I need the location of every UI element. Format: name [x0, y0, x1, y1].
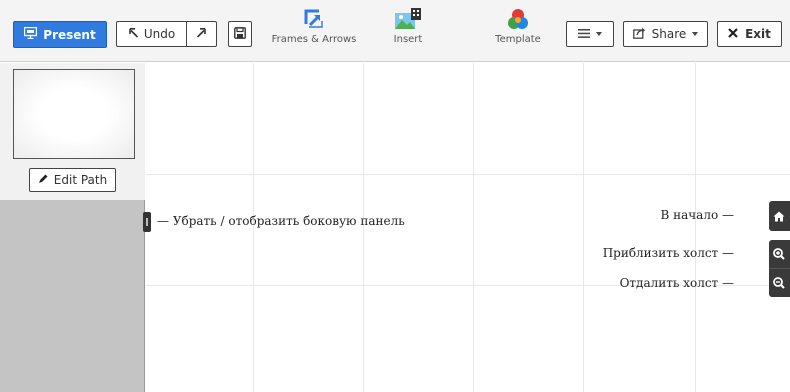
- home-hint: В начало —: [660, 208, 734, 222]
- undo-redo-group: Undo: [116, 21, 217, 47]
- edit-path-label: Edit Path: [53, 173, 108, 187]
- grid-line: [473, 63, 474, 392]
- grid-line: [146, 174, 790, 175]
- floppy-disk-icon: [234, 26, 246, 42]
- template-tool[interactable]: Template: [488, 8, 548, 58]
- chevron-down-icon: [692, 32, 699, 36]
- zoom-in-hint: Приблизить холст —: [602, 246, 734, 260]
- color-circles-icon: [488, 8, 548, 30]
- zoom-out-hint: Отдалить холст —: [619, 276, 734, 290]
- menu-button[interactable]: [566, 21, 614, 47]
- share-button[interactable]: Share: [623, 21, 708, 47]
- insert-label: Insert: [393, 34, 423, 45]
- close-icon: [728, 27, 738, 41]
- sidebar: Edit Path: [0, 63, 145, 392]
- redo-button[interactable]: [187, 22, 216, 46]
- zoom-out-button[interactable]: [769, 268, 790, 297]
- sidebar-path-panel: Edit Path: [0, 63, 145, 200]
- pencil-icon: [38, 173, 49, 187]
- share-label: Share: [651, 27, 687, 41]
- projector-icon: [24, 26, 38, 42]
- undo-label: Undo: [143, 27, 176, 41]
- edit-path-button[interactable]: Edit Path: [29, 168, 116, 192]
- present-button[interactable]: Present: [13, 21, 107, 48]
- undo-arrow-icon: [128, 27, 139, 41]
- share-icon: [632, 27, 646, 42]
- undo-button[interactable]: Undo: [117, 22, 187, 46]
- grid-line: [583, 63, 584, 392]
- zoom-in-button[interactable]: [769, 240, 790, 268]
- save-button[interactable]: [228, 21, 252, 47]
- zoom-in-icon: [773, 245, 785, 264]
- sidebar-toggle-handle[interactable]: [143, 212, 151, 232]
- chevron-down-icon: [596, 32, 602, 36]
- frame-arrow-icon: [266, 8, 362, 30]
- present-label: Present: [43, 27, 96, 42]
- overview-thumbnail[interactable]: [13, 69, 135, 159]
- top-toolbar: Present Undo Frames & Arrows Insert Temp…: [0, 0, 790, 62]
- redo-arrow-icon: [196, 27, 207, 41]
- image-insert-icon: [382, 8, 434, 30]
- zoom-out-icon: [773, 274, 785, 293]
- frames-arrows-tool[interactable]: Frames & Arrows: [266, 8, 362, 58]
- sidebar-toggle-hint: — Убрать / отобразить боковую панель: [157, 214, 405, 228]
- exit-label: Exit: [745, 27, 771, 41]
- frames-label: Frames & Arrows: [271, 34, 357, 45]
- grid-line: [695, 63, 696, 392]
- home-icon: [773, 207, 785, 226]
- insert-tool[interactable]: Insert: [382, 8, 434, 58]
- hamburger-icon: [578, 27, 590, 41]
- exit-button[interactable]: Exit: [717, 21, 782, 47]
- template-label: Template: [495, 34, 541, 45]
- home-button[interactable]: [769, 201, 790, 231]
